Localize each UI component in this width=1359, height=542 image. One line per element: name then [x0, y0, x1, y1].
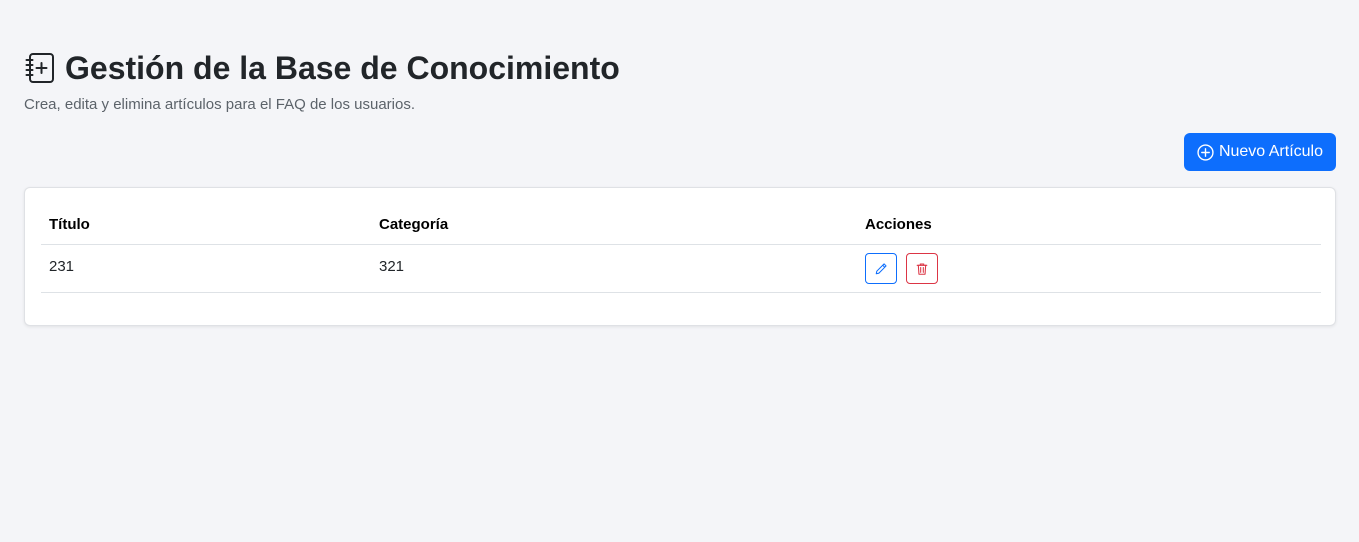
new-article-label: Nuevo Artículo [1218, 143, 1323, 160]
table-header-row: Título Categoría Acciones [41, 204, 1321, 245]
articles-table: Título Categoría Acciones 231 321 [41, 204, 1321, 293]
column-header-actions: Acciones [857, 204, 1321, 245]
page-title: Gestión de la Base de Conocimiento [65, 50, 620, 86]
pencil-icon [874, 262, 888, 276]
cell-category: 321 [371, 244, 857, 293]
page-subtitle: Crea, edita y elimina artículos para el … [24, 96, 416, 113]
edit-button[interactable] [865, 253, 897, 284]
journal-plus-icon [24, 51, 56, 85]
plus-circle-icon [1197, 143, 1214, 161]
page-header: Gestión de la Base de Conocimiento [24, 50, 620, 86]
cell-actions [857, 244, 1321, 293]
column-header-category: Categoría [371, 204, 857, 245]
new-article-button[interactable]: Nuevo Artículo [1183, 133, 1336, 171]
articles-card: Título Categoría Acciones 231 321 [24, 187, 1336, 326]
table-row: 231 321 [41, 244, 1321, 293]
cell-title: 231 [41, 244, 371, 293]
column-header-title: Título [41, 204, 371, 245]
trash-icon [915, 262, 929, 276]
delete-button[interactable] [906, 253, 939, 284]
